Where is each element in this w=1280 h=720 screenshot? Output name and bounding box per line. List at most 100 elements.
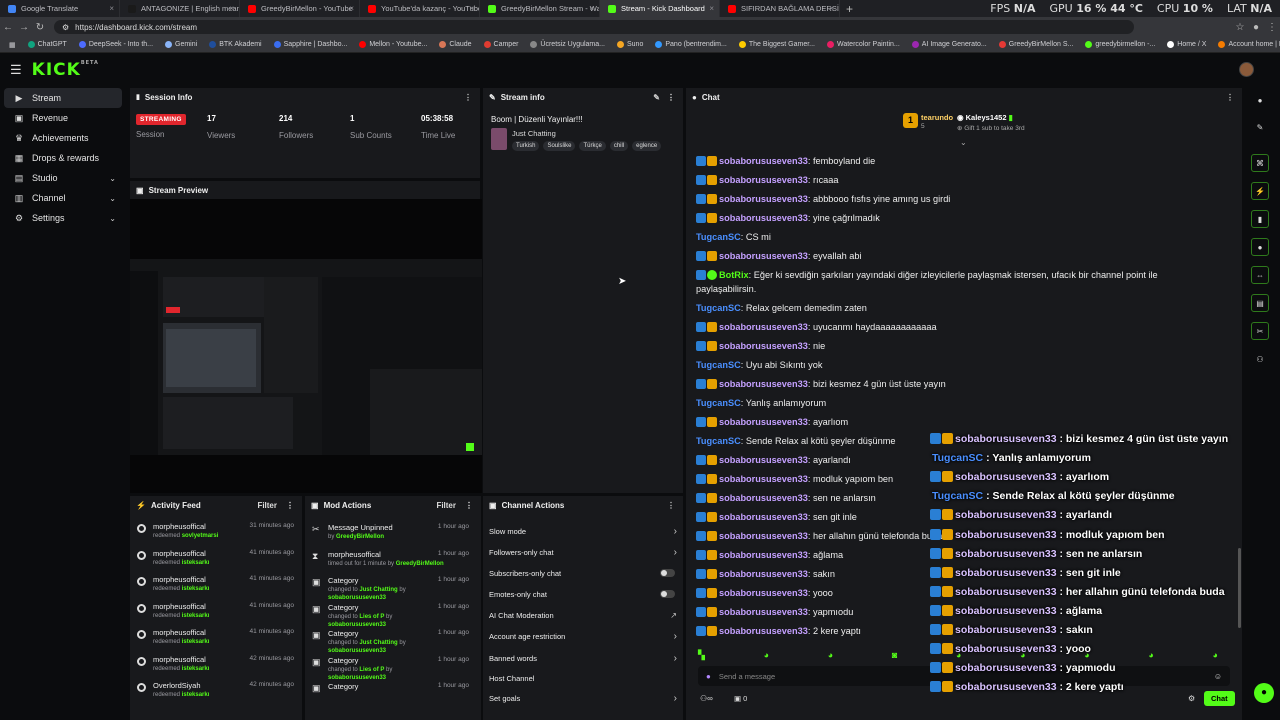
external-link-icon[interactable]: ↗ [670, 611, 677, 620]
chat-username[interactable]: sobaborususeven33 [955, 643, 1057, 655]
chat-username[interactable]: TugcanSC [932, 452, 983, 464]
tag-chip[interactable]: eglence [632, 141, 662, 151]
emote-icon[interactable]: ◕ [1148, 650, 1153, 660]
chat-username[interactable]: sobaborususeven33 [955, 509, 1057, 521]
tool-icon[interactable]: ⌘ [1251, 154, 1269, 172]
activity-user[interactable]: morpheusoffical [153, 549, 206, 558]
more-options-icon[interactable]: ⋮ [465, 501, 473, 510]
more-options-icon[interactable]: ⋮ [286, 501, 294, 510]
chevron-down-icon[interactable]: ⌄ [109, 214, 116, 223]
chat-username[interactable]: sobaborususeven33 [955, 433, 1057, 445]
reload-icon[interactable]: ↻ [32, 22, 48, 33]
bookmark-item[interactable]: Ücretsiz Uygulama... [525, 41, 610, 48]
chevron-down-icon[interactable]: ⌄ [109, 194, 116, 203]
share-icon[interactable]: ⚇ [1251, 350, 1269, 368]
menu-icon[interactable]: ⋮ [1264, 22, 1280, 33]
bookmark-item[interactable]: ChatGPT [23, 41, 72, 48]
sidebar-item-achievements[interactable]: ♛ Achievements [4, 128, 122, 148]
chat-username[interactable]: TugcanSC [932, 490, 983, 502]
activity-user[interactable]: morpheusoffical [153, 575, 206, 584]
tag-chip[interactable]: Turkish [512, 141, 540, 151]
chat-username[interactable]: sobaborususeven33 [719, 493, 808, 503]
bookmark-item[interactable]: greedybirmellon -... [1080, 41, 1160, 48]
tab-close-icon[interactable]: × [469, 4, 474, 13]
chevron-right-icon[interactable]: › [674, 631, 677, 642]
browser-tab[interactable]: YouTube'da kazanç - YouTube Stu× [360, 0, 480, 17]
browser-tab[interactable]: Google Translate × [0, 0, 120, 17]
more-options-icon[interactable]: ⋮ [667, 93, 675, 102]
chat-username[interactable]: TugcanSC [696, 232, 741, 242]
back-icon[interactable]: ← [0, 22, 16, 33]
sidebar-item-drops-rewards[interactable]: ▦ Drops & rewards [4, 148, 122, 168]
info-icon[interactable]: ● [1251, 91, 1269, 109]
chat-username[interactable]: sobaborususeven33 [719, 213, 808, 223]
chevron-down-icon[interactable]: ⌄ [109, 174, 116, 183]
chat-username[interactable]: sobaborususeven33 [955, 586, 1057, 598]
chat-username[interactable]: sobaborususeven33 [719, 512, 808, 522]
tag-chip[interactable]: Soulslike [543, 141, 576, 151]
chat-username[interactable]: TugcanSC [696, 303, 741, 313]
more-options-icon[interactable]: ⋮ [667, 501, 675, 510]
chat-username[interactable]: sobaborususeven33 [719, 455, 808, 465]
star-icon[interactable]: ☆ [1232, 22, 1248, 33]
kick-logo[interactable]: KICKBETA [32, 60, 99, 80]
emote-icon[interactable]: ◕ [1212, 650, 1217, 660]
forward-icon[interactable]: → [16, 22, 32, 33]
channel-points-icon[interactable]: ⚇∞ [700, 694, 713, 703]
sidebar-item-studio[interactable]: ▤ Studio ⌄ [4, 168, 122, 188]
link-icon[interactable]: ⇔ [1251, 266, 1269, 284]
browser-tab[interactable]: GreedyBirMellon Stream - Watch × [480, 0, 600, 17]
browser-tab[interactable]: GreedyBirMellon - YouTube × [240, 0, 360, 17]
bookmark-item[interactable]: Watercolor Paintin... [822, 41, 905, 48]
emoji-icon[interactable]: ☺ [1214, 672, 1222, 681]
browser-tab[interactable]: ANTAGONIZE | English meaning -× [120, 0, 240, 17]
channel-action-account-age-restriction[interactable]: Account age restriction › [483, 626, 683, 646]
chat-username[interactable]: TugcanSC [696, 360, 741, 370]
chat-username[interactable]: sobaborususeven33 [719, 626, 808, 636]
activity-user[interactable]: morpheusoffical [153, 602, 206, 611]
hamburger-menu-icon[interactable]: ☰ [10, 62, 22, 78]
channel-action-subscribers-only-chat[interactable]: Subscribers-only chat [483, 563, 683, 583]
emote-icon[interactable]: ◕ [828, 650, 833, 660]
chat-username[interactable]: sobaborususeven33 [955, 548, 1057, 560]
send-chat-button[interactable]: Chat [1204, 691, 1235, 706]
tab-close-icon[interactable]: × [349, 4, 354, 13]
chat-username[interactable]: sobaborususeven33 [955, 471, 1057, 483]
more-options-icon[interactable]: ⋮ [464, 93, 472, 102]
activity-user[interactable]: morpheusoffical [153, 628, 206, 637]
mic-icon[interactable]: ● [706, 672, 711, 681]
profile-icon[interactable]: ● [1248, 22, 1264, 33]
emote-icon[interactable]: ▚ [698, 650, 705, 660]
bookmark-item[interactable]: Claude [434, 41, 476, 48]
chat-username[interactable]: sobaborususeven33 [955, 605, 1057, 617]
emote-icon[interactable]: ◕ [764, 650, 769, 660]
sidebar-item-settings[interactable]: ⚙ Settings ⌄ [4, 208, 122, 228]
chat-icon[interactable]: ● [1251, 238, 1269, 256]
tab-close-icon[interactable]: × [109, 4, 114, 13]
chat-username[interactable]: sobaborususeven33 [719, 474, 808, 484]
site-info-icon[interactable]: ⚙ [62, 23, 69, 32]
tab-close-icon[interactable]: × [589, 4, 594, 13]
help-chat-icon[interactable]: ● [1254, 683, 1274, 703]
bookmark-item[interactable]: BTK Akademi [204, 41, 266, 48]
chevron-right-icon[interactable]: › [674, 693, 677, 704]
wrench-icon[interactable]: ✂ [1251, 322, 1269, 340]
bookmark-item[interactable]: Home / X [1162, 41, 1211, 48]
channel-action-emotes-only-chat[interactable]: Emotes-only chat [483, 584, 683, 604]
chat-username[interactable]: sobaborususeven33 [719, 379, 808, 389]
sidebar-item-stream[interactable]: ▶ Stream [4, 88, 122, 108]
chat-username[interactable]: BotRix [719, 270, 749, 280]
tag-chip[interactable]: chill [609, 141, 629, 151]
bookmark-item[interactable]: AI Image Generato... [907, 41, 992, 48]
chat-username[interactable]: sobaborususeven33 [719, 607, 808, 617]
chat-username[interactable]: TugcanSC [696, 436, 741, 446]
channel-action-host-channel[interactable]: Host Channel [483, 668, 683, 688]
chat-username[interactable]: sobaborususeven33 [955, 567, 1057, 579]
collapse-chevron-icon[interactable]: ⌄ [960, 138, 967, 147]
channel-action-set-goals[interactable]: Set goals › [483, 688, 683, 708]
chat-scrollbar[interactable] [1238, 548, 1241, 628]
bookmark-item[interactable]: DeepSeek - Into th... [74, 41, 158, 48]
chat-username[interactable]: sobaborususeven33 [719, 341, 808, 351]
leaderboard-first-user[interactable]: tearundo [921, 113, 953, 122]
video-player[interactable] [130, 199, 482, 493]
